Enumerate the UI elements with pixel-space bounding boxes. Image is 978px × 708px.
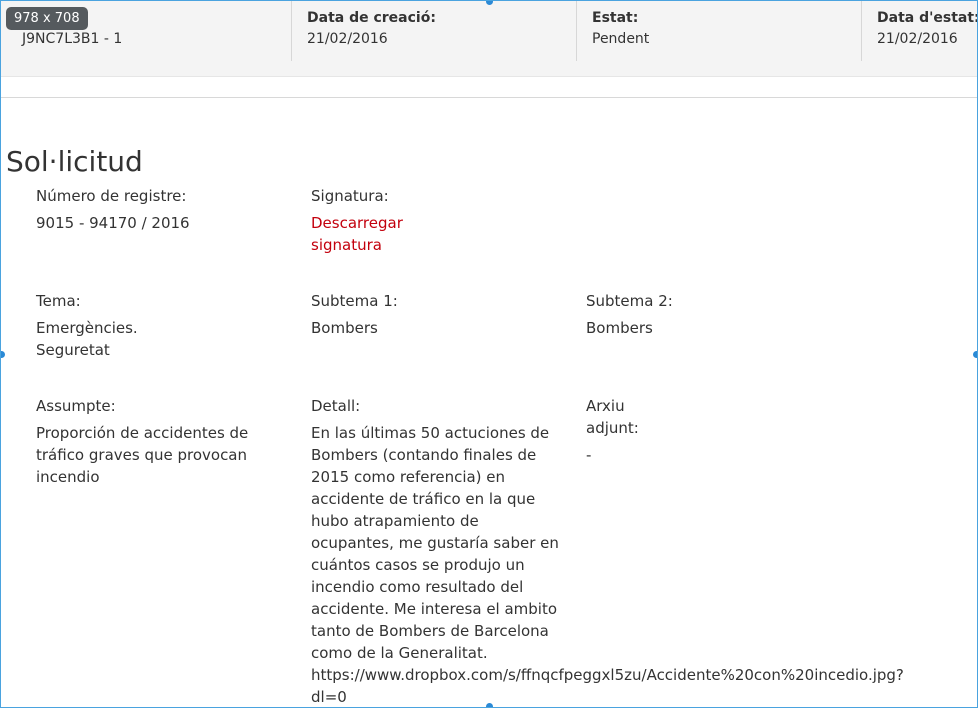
resize-handle-right[interactable] [973, 351, 977, 358]
header-label-creation-date: Data de creació: [307, 10, 436, 26]
field-subject: Assumpte: Proporción de accidentes de tr… [36, 395, 261, 488]
header-label-status-date: Data d'estat: [877, 10, 978, 26]
resize-handle-left[interactable] [1, 351, 5, 358]
field-label: Subtema 1: [311, 292, 398, 310]
download-signature-link[interactable]: Descarregar signatura [311, 212, 421, 256]
header-separator [291, 1, 292, 61]
size-badge: 978 x 708 [6, 7, 88, 30]
detail-url: https://www.dropbox.com/s/ffnqcfpeggxl5z… [311, 664, 911, 707]
header-label-status: Estat: [592, 10, 639, 26]
section-divider [1, 97, 977, 98]
header-value-creation-date: 21/02/2016 [307, 31, 388, 47]
field-label: Tema: [36, 292, 81, 310]
resize-handle-bottom[interactable] [486, 703, 493, 707]
field-registration-number: Número de registre: 9015 - 94170 / 2016 [36, 185, 276, 234]
header-value-id: J9NC7L3B1 - 1 [22, 31, 123, 47]
field-detail: Detall: En las últimas 50 actuciones de … [311, 395, 563, 664]
field-label: Subtema 2: [586, 292, 673, 310]
field-label: Detall: [311, 397, 361, 415]
header-col-status-date: Data d'estat: 21/02/2016 [877, 10, 978, 47]
header-col-status: Estat: Pendent [592, 10, 649, 47]
field-topic: Tema: Emergències. Seguretat [36, 290, 156, 361]
header-separator [861, 1, 862, 61]
field-value: 9015 - 94170 / 2016 [36, 214, 190, 232]
section-title: Sol·licitud [6, 145, 143, 179]
field-label: Signatura: [311, 187, 389, 205]
field-value: Bombers [586, 319, 653, 337]
header-col-creation-date: Data de creació: 21/02/2016 [307, 10, 436, 47]
field-label: Número de registre: [36, 187, 187, 205]
field-label: Assumpte: [36, 397, 116, 415]
field-label: Arxiu adjunt: [586, 397, 639, 437]
field-value: - [586, 446, 592, 464]
field-value: Proporción de accidentes de tráfico grav… [36, 424, 249, 486]
field-subtopic-2: Subtema 2: Bombers [586, 290, 826, 339]
request-header-bar: ID J9NC7L3B1 - 1 Data de creació: 21/02/… [1, 1, 977, 77]
field-signature: Signatura: Descarregar signatura [311, 185, 421, 256]
header-separator [576, 1, 577, 61]
field-subtopic-1: Subtema 1: Bombers [311, 290, 551, 339]
detail-url-text: https://www.dropbox.com/s/ffnqcfpeggxl5z… [311, 666, 904, 706]
header-value-status: Pendent [592, 31, 650, 47]
field-value: Bombers [311, 319, 378, 337]
field-value: En las últimas 50 actuciones de Bombers … [311, 424, 559, 662]
field-value: Emergències. Seguretat [36, 319, 138, 359]
field-attachment: Arxiu adjunt: - [586, 395, 656, 466]
header-value-status-date: 21/02/2016 [877, 31, 958, 47]
page-frame: ID J9NC7L3B1 - 1 Data de creació: 21/02/… [0, 0, 978, 708]
